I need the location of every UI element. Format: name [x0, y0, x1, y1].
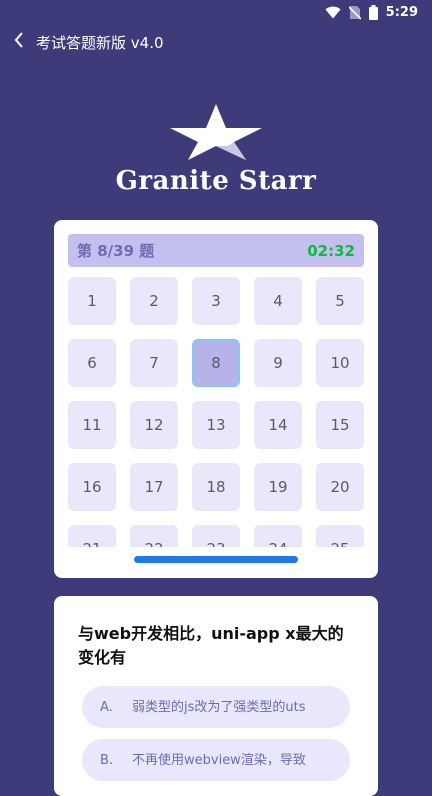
question-number-cell[interactable]: 20 — [316, 463, 364, 511]
question-number-cell[interactable]: 1 — [68, 277, 116, 325]
question-number-cell[interactable]: 12 — [130, 401, 178, 449]
back-button[interactable] — [2, 24, 36, 60]
countdown-timer: 02:32 — [307, 241, 355, 260]
question-number-cell[interactable]: 9 — [254, 339, 302, 387]
status-time: 5:29 — [385, 4, 418, 20]
question-number-cell[interactable]: 25 — [316, 525, 364, 547]
question-number-cell[interactable]: 8 — [192, 339, 240, 387]
star-logo-icon — [0, 100, 432, 162]
brand-logo: Granite Starr — [0, 100, 432, 196]
question-grid-card: 第 8/39 题 02:32 1 2 3 4 5 6 7 8 9 10 11 12 13 14 15 16 17… — [54, 220, 378, 578]
option-letter: B. — [100, 752, 114, 768]
question-number-cell[interactable]: 2 — [130, 277, 178, 325]
option-text: 弱类型的js改为了强类型的uts — [132, 699, 306, 715]
question-number-cell[interactable]: 19 — [254, 463, 302, 511]
question-number-cell[interactable]: 7 — [130, 339, 178, 387]
question-number-cell[interactable]: 24 — [254, 525, 302, 547]
question-number-cell[interactable]: 22 — [130, 525, 178, 547]
question-number-cell[interactable]: 21 — [68, 525, 116, 547]
no-sim-icon — [348, 5, 361, 20]
question-number-cell[interactable]: 10 — [316, 339, 364, 387]
status-bar: 5:29 — [0, 0, 432, 24]
question-number-cell[interactable]: 16 — [68, 463, 116, 511]
option-text: 不再使用webview渲染，导致 — [132, 752, 306, 768]
question-number-cell[interactable]: 17 — [130, 463, 178, 511]
option-letter: A. — [100, 699, 113, 715]
question-progress: 第 8/39 题 — [77, 242, 155, 260]
option-b[interactable]: B. 不再使用webview渲染，导致 — [82, 739, 350, 781]
question-number-cell[interactable]: 6 — [68, 339, 116, 387]
question-text: 与web开发相比，uni-app x最大的变化有 — [78, 624, 344, 667]
question-number-cell[interactable]: 23 — [192, 525, 240, 547]
question-number-cell[interactable]: 13 — [192, 401, 240, 449]
grid-header: 第 8/39 题 02:32 — [68, 234, 364, 267]
question-number-cell[interactable]: 18 — [192, 463, 240, 511]
scroll-indicator[interactable] — [134, 556, 298, 563]
question-number-cell[interactable]: 4 — [254, 277, 302, 325]
battery-icon — [368, 4, 378, 20]
wifi-icon — [325, 6, 341, 19]
option-a[interactable]: A. 弱类型的js改为了强类型的uts — [82, 686, 350, 728]
question-card: 与web开发相比，uni-app x最大的变化有 A. 弱类型的js改为了强类型… — [54, 596, 378, 796]
question-number-grid[interactable]: 1234567891011121314151617181920212223242… — [68, 277, 364, 547]
brand-name: Granite Starr — [115, 166, 317, 196]
question-number-cell[interactable]: 15 — [316, 401, 364, 449]
chevron-left-icon — [14, 32, 24, 52]
page-title: 考试答题新版 v4.0 — [36, 33, 164, 52]
question-number-cell[interactable]: 11 — [68, 401, 116, 449]
question-number-cell[interactable]: 3 — [192, 277, 240, 325]
question-number-cell[interactable]: 5 — [316, 277, 364, 325]
app-header: 考试答题新版 v4.0 — [0, 24, 432, 60]
question-number-cell[interactable]: 14 — [254, 401, 302, 449]
